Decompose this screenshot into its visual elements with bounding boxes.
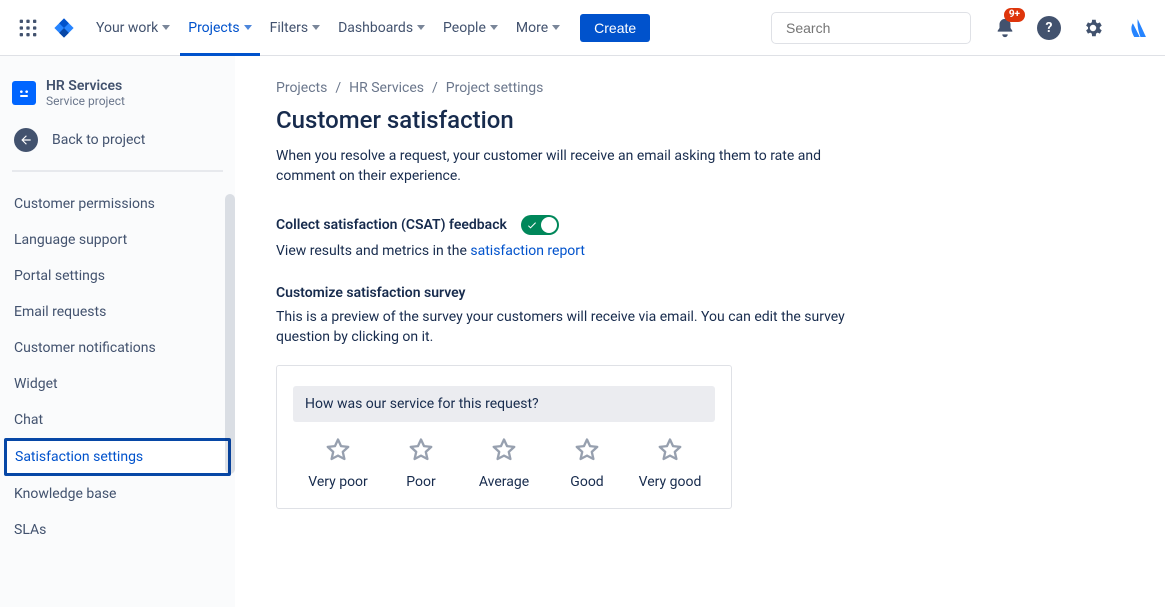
breadcrumb-separator: / [335,80,341,96]
breadcrumb-item[interactable]: Projects [276,80,327,96]
rating-row: Very poor Poor Average Good Very good [293,436,715,490]
rating-label: Poor [406,474,435,490]
page-description: When you resolve a request, your custome… [276,146,876,187]
scrollbar-thumb[interactable] [225,194,235,474]
search-box[interactable] [771,12,971,44]
nav-item-label: Projects [188,20,239,36]
sidebar-item-customer-permissions[interactable]: Customer permissions [4,186,231,222]
sidebar-list: Customer permissionsLanguage supportPort… [0,180,235,554]
nav-item-label: Filters [270,20,309,36]
star-icon [490,436,518,464]
nav-item-projects[interactable]: Projects [180,0,259,56]
rating-option-very-good[interactable]: Very good [631,436,709,490]
sidebar-item-knowledge-base[interactable]: Knowledge base [4,476,231,512]
results-text: View results and metrics in the satisfac… [276,243,1129,259]
back-to-project[interactable]: Back to project [0,116,235,170]
nav-item-your-work[interactable]: Your work [88,0,178,56]
rating-option-very-poor[interactable]: Very poor [299,436,377,490]
nav-item-label: People [443,20,486,36]
sidebar-item-email-requests[interactable]: Email requests [4,294,231,330]
project-header[interactable]: HR Services Service project [0,56,235,116]
survey-question-input[interactable]: How was our service for this request? [293,386,715,422]
chevron-down-icon [244,25,252,30]
create-button[interactable]: Create [580,14,650,42]
settings-icon[interactable] [1077,12,1109,44]
help-icon[interactable]: ? [1033,12,1065,44]
jira-logo-icon[interactable] [48,12,80,44]
rating-label: Good [570,474,603,490]
nav-item-label: More [516,20,548,36]
notifications-icon[interactable]: 9+ [989,12,1021,44]
back-label: Back to project [52,132,145,148]
project-avatar-icon [12,81,36,105]
chevron-down-icon [162,25,170,30]
top-nav: Your work Projects Filters Dashboards People… [0,0,1165,56]
sidebar-item-widget[interactable]: Widget [4,366,231,402]
toggle-knob [541,217,557,233]
breadcrumb-item[interactable]: Project settings [446,80,544,96]
app-switcher-icon[interactable] [12,12,44,44]
breadcrumb-separator: / [432,80,438,96]
customize-heading: Customize satisfaction survey [276,285,1129,301]
page-title: Customer satisfaction [276,106,1129,134]
sidebar-item-chat[interactable]: Chat [4,402,231,438]
survey-preview-card: How was our service for this request? Ve… [276,365,732,509]
csat-toggle[interactable] [521,215,559,235]
project-name: HR Services [46,78,125,94]
nav-item-people[interactable]: People [435,0,506,56]
star-icon [656,436,684,464]
star-icon [324,436,352,464]
atlassian-icon[interactable] [1121,12,1153,44]
nav-item-more[interactable]: More [508,0,568,56]
star-icon [573,436,601,464]
breadcrumb-item[interactable]: HR Services [349,80,424,96]
chevron-down-icon [312,25,320,30]
star-icon [407,436,435,464]
nav-item-filters[interactable]: Filters [262,0,329,56]
rating-label: Average [479,474,529,490]
sidebar: HR Services Service project Back to proj… [0,56,236,607]
rating-label: Very good [639,474,702,490]
sidebar-item-language-support[interactable]: Language support [4,222,231,258]
nav-items: Your work Projects Filters Dashboards People… [88,0,568,56]
sidebar-item-portal-settings[interactable]: Portal settings [4,258,231,294]
sidebar-item-customer-notifications[interactable]: Customer notifications [4,330,231,366]
project-type: Service project [46,94,125,108]
search-input[interactable] [786,20,967,36]
rating-label: Very poor [308,474,368,490]
csat-label: Collect satisfaction (CSAT) feedback [276,217,507,233]
check-icon [526,219,538,231]
customize-description: This is a preview of the survey your cus… [276,307,896,348]
nav-item-label: Your work [96,20,158,36]
chevron-down-icon [417,25,425,30]
sidebar-item-satisfaction-settings[interactable]: Satisfaction settings [4,438,231,476]
chevron-down-icon [490,25,498,30]
sidebar-divider [12,170,223,172]
results-prefix: View results and metrics in the [276,243,470,259]
main-content: Projects / HR Services / Project settings Cu… [236,56,1165,607]
notification-badge: 9+ [1004,8,1025,22]
nav-item-label: Dashboards [338,20,413,36]
back-arrow-icon [14,128,38,152]
rating-option-average[interactable]: Average [465,436,543,490]
satisfaction-report-link[interactable]: satisfaction report [470,243,585,259]
rating-option-poor[interactable]: Poor [382,436,460,490]
chevron-down-icon [552,25,560,30]
nav-item-dashboards[interactable]: Dashboards [330,0,433,56]
sidebar-item-slas[interactable]: SLAs [4,512,231,548]
rating-option-good[interactable]: Good [548,436,626,490]
breadcrumb: Projects / HR Services / Project settings [276,80,1129,96]
